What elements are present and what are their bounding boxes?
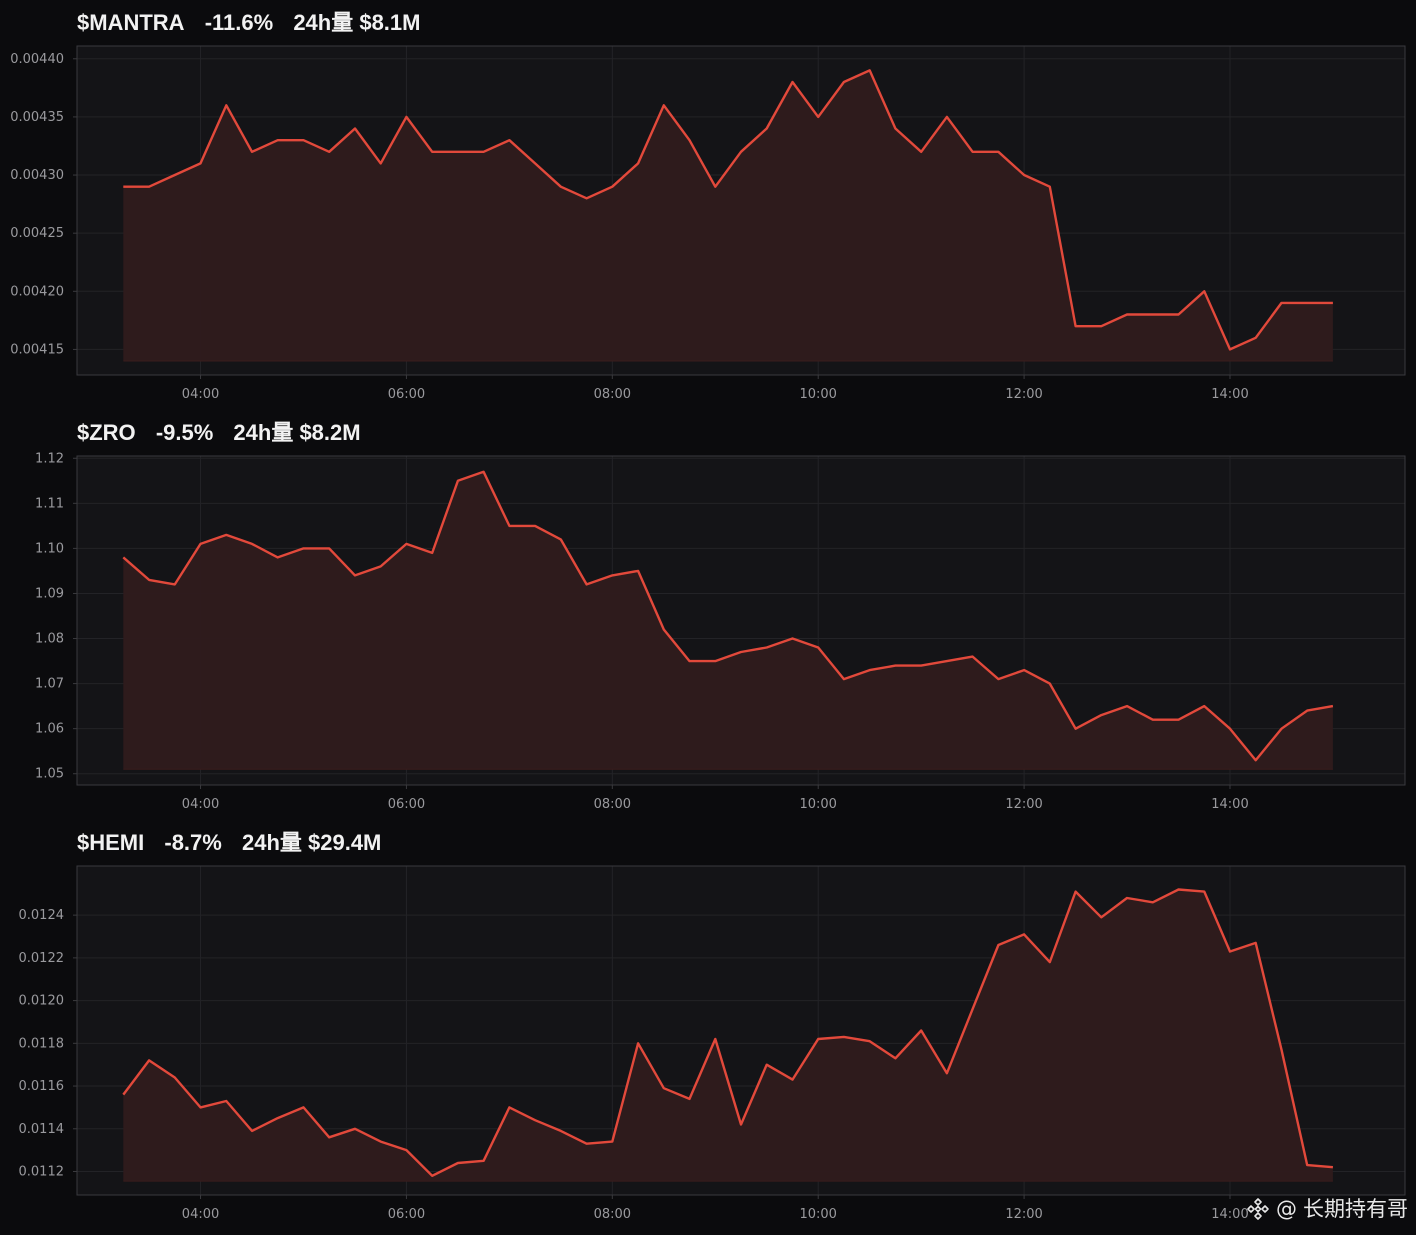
x-tick-label: 14:00: [1211, 1207, 1248, 1222]
x-tick-label: 10:00: [799, 387, 836, 402]
y-tick-label: 1.06: [35, 722, 64, 737]
x-tick-label: 12:00: [1005, 797, 1042, 812]
x-tick-label: 12:00: [1005, 1207, 1042, 1222]
price-chart-hemi: 0.0112 0.0114 0.0116 0.0118 0.0120 0.0122 0.01…: [19, 865, 1406, 1222]
y-tick-label: 0.0114: [19, 1122, 65, 1137]
y-tick-label: 0.0112: [19, 1165, 65, 1180]
watermark: @ 长期持有哥: [1246, 1195, 1408, 1223]
price-chart-zro: 1.05 1.06 1.07 1.08 1.09 1.10 1.11 1.12 04:00 06:…: [35, 451, 1406, 812]
chart-panel-hemi: $HEMI -8.7% 24h量 $29.4M 0.0112 0.0114 0.01…: [0, 820, 1416, 1230]
x-tick-label: 08:00: [594, 387, 631, 402]
y-tick-label: 0.00430: [10, 168, 64, 183]
x-tick-label: 08:00: [594, 1207, 631, 1222]
x-tick-label: 04:00: [182, 797, 219, 812]
watermark-author: 长期持有哥: [1303, 1197, 1408, 1221]
x-tick-label: 10:00: [799, 1207, 836, 1222]
x-tick-label: 12:00: [1005, 387, 1042, 402]
y-tick-label: 0.0122: [19, 951, 65, 966]
y-tick-label: 1.09: [35, 586, 64, 601]
y-tick-label: 0.0118: [19, 1036, 65, 1051]
y-tick-label: 1.07: [35, 677, 64, 692]
chart-panel-zro: $ZRO -9.5% 24h量 $8.2M 1.05 1.06 1.07 1.08 1.…: [0, 410, 1416, 820]
y-tick-label: 0.0116: [19, 1079, 65, 1094]
x-tick-label: 04:00: [182, 1207, 219, 1222]
x-tick-label: 14:00: [1211, 797, 1248, 812]
y-tick-label: 1.10: [35, 541, 64, 556]
chart-panel-mantra: $MANTRA -11.6% 24h量 $8.1M 0.00415 0.00420…: [0, 0, 1416, 410]
y-tick-label: 1.11: [35, 496, 64, 511]
x-tick-label: 14:00: [1211, 387, 1248, 402]
y-tick-label: 0.0120: [19, 994, 65, 1009]
x-tick-label: 06:00: [388, 387, 425, 402]
y-tick-label: 0.00440: [10, 52, 64, 67]
y-tick-label: 1.12: [35, 451, 64, 466]
y-tick-label: 1.05: [35, 767, 64, 782]
y-tick-label: 0.00415: [10, 342, 64, 357]
y-tick-label: 1.08: [35, 632, 64, 647]
x-tick-label: 10:00: [799, 797, 836, 812]
y-tick-label: 0.0124: [19, 908, 65, 923]
x-tick-label: 08:00: [594, 797, 631, 812]
y-tick-label: 0.00420: [10, 284, 64, 299]
x-tick-label: 04:00: [182, 387, 219, 402]
y-tick-label: 0.00435: [10, 110, 64, 125]
x-tick-label: 06:00: [388, 1207, 425, 1222]
y-tick-label: 0.00425: [10, 226, 64, 241]
x-tick-label: 06:00: [388, 797, 425, 812]
watermark-at: @: [1276, 1197, 1297, 1221]
price-chart-mantra: 0.00415 0.00420 0.00425 0.00430 0.00435 0.004…: [10, 45, 1406, 402]
binance-square-icon: [1247, 1198, 1269, 1220]
